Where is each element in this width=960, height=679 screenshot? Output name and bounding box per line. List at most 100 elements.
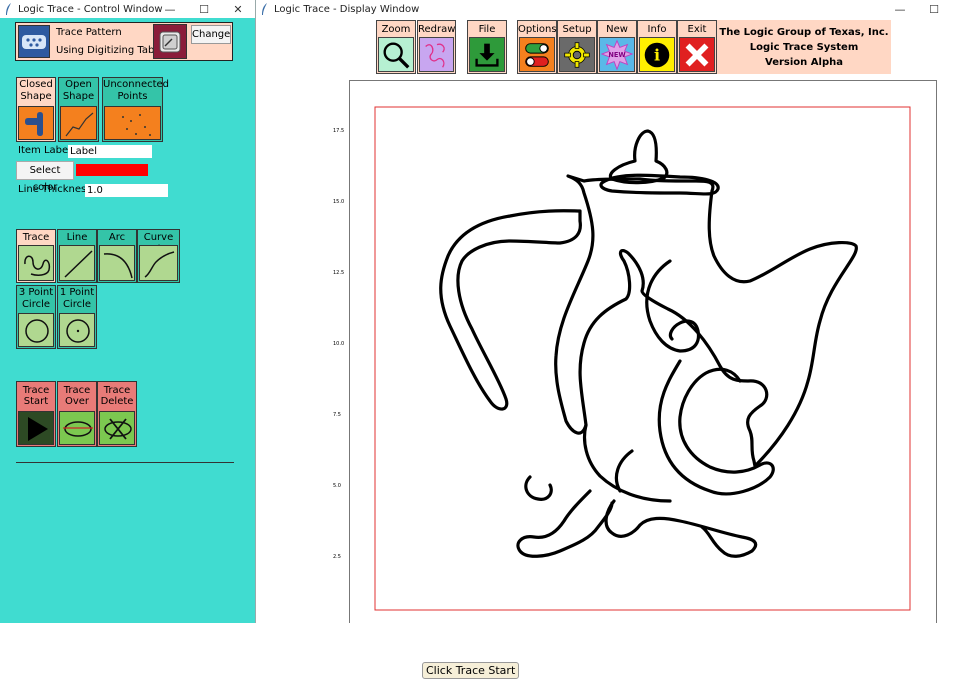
zoom-label: Zoom: [381, 24, 411, 35]
one-point-circle-button[interactable]: 1 Point Circle: [57, 285, 97, 349]
three-point-circle-button[interactable]: 3 Point Circle: [16, 285, 56, 349]
redraw-icon: [419, 37, 454, 72]
new-badge-text: NEW: [608, 50, 626, 58]
magnifier-icon: [378, 37, 414, 72]
system-name: Logic Trace System: [749, 42, 859, 53]
closed-shape-button[interactable]: Closed Shape: [16, 77, 56, 142]
trace-over-button[interactable]: Trace Over: [57, 381, 97, 447]
close-x-icon: [679, 37, 715, 72]
teapot-outline: [554, 174, 858, 468]
trace-tool-button[interactable]: Trace: [16, 229, 56, 283]
color-swatch: [76, 164, 148, 176]
play-icon: [18, 411, 54, 445]
teapot-feet: [516, 489, 614, 558]
arc-tool-button[interactable]: Arc: [97, 229, 137, 283]
maximize-button[interactable]: ☐: [187, 0, 221, 18]
open-shape-label-2: Shape: [62, 91, 95, 102]
select-color-button[interactable]: Select color: [16, 161, 74, 193]
y-tick: 12.5: [333, 270, 345, 276]
open-shape-icon: [60, 106, 97, 140]
control-window-title: Logic Trace - Control Window: [18, 3, 163, 15]
teapot-left-foot: [524, 475, 553, 501]
info-button[interactable]: Info i: [637, 20, 677, 74]
trace-start-label-2: Start: [23, 396, 49, 407]
one-point-circle-label-1: 1 Point: [59, 287, 95, 298]
display-window-title: Logic Trace - Display Window: [274, 3, 420, 15]
toggle-icon: [519, 37, 555, 72]
status-label: Click Trace Start: [422, 662, 520, 679]
unconnected-points-button[interactable]: Unconnected Points: [102, 77, 170, 142]
arc-tool-label: Arc: [108, 232, 126, 243]
y-tick: 7.5: [333, 412, 341, 418]
closed-shape-icon: [18, 106, 54, 140]
teapot-drawing: [374, 106, 911, 611]
curve-fit-tool-button[interactable]: Curve Fit: [137, 229, 180, 283]
file-button[interactable]: File: [467, 20, 507, 74]
control-window: Logic Trace - Control Window — ☐ ✕ Trace…: [0, 0, 255, 623]
teapot-lower-swirl: [582, 423, 758, 558]
one-point-circle-label-2: Circle: [62, 299, 92, 310]
unconnected-points-label-1: Unconnected: [103, 79, 170, 90]
pattern-line1: Trace Pattern: [56, 27, 122, 38]
feather-icon: [6, 3, 11, 15]
options-button[interactable]: Options: [517, 20, 557, 74]
trace-delete-button[interactable]: Trace Delete: [97, 381, 137, 447]
new-label: New: [606, 24, 628, 35]
trace-start-button[interactable]: Trace Start: [16, 381, 56, 447]
y-tick: 15.0: [333, 199, 345, 205]
version-label: Version Alpha: [765, 57, 843, 68]
info-glyph: i: [654, 45, 660, 64]
zoom-button[interactable]: Zoom: [376, 20, 416, 74]
closed-shape-label-2: Shape: [20, 91, 52, 102]
trace-over-label-1: Trace: [63, 385, 91, 396]
trace-squiggle-icon: [18, 245, 54, 281]
file-label: File: [478, 24, 496, 35]
minimize-button[interactable]: —: [153, 0, 187, 18]
exit-label: Exit: [687, 24, 707, 35]
maximize-button[interactable]: ☐: [917, 0, 951, 18]
item-label-input[interactable]: [68, 145, 152, 158]
trace-tool-label: Trace: [22, 232, 50, 243]
gear-icon: [559, 37, 595, 72]
arc-icon: [99, 245, 135, 281]
trace-delete-label-1: Trace: [103, 385, 131, 396]
scatter-points-icon: [104, 106, 161, 140]
info-icon: i: [639, 37, 675, 72]
line-thickness-input[interactable]: [85, 184, 168, 197]
control-window-titlebar: Logic Trace - Control Window — ☐ ✕: [0, 0, 255, 18]
redraw-button[interactable]: Redraw: [417, 20, 456, 74]
unconnected-points-label-2: Points: [117, 91, 148, 102]
minimize-button[interactable]: —: [883, 0, 917, 18]
display-window-titlebar: Logic Trace - Display Window — ☐: [256, 0, 960, 18]
exit-button[interactable]: Exit: [677, 20, 717, 74]
new-button[interactable]: New NEW: [597, 20, 637, 74]
three-point-circle-label-2: Circle: [21, 299, 51, 310]
close-button[interactable]: ✕: [221, 0, 255, 18]
pattern-panel: Trace Pattern Using Digitizing Tablet Ch…: [15, 22, 233, 61]
one-point-circle-icon: [59, 313, 95, 347]
redraw-label: Redraw: [418, 24, 456, 35]
trace-delete-icon: [99, 411, 135, 445]
y-tick: 10.0: [333, 341, 345, 347]
plot-canvas[interactable]: 17.5 15.0 12.5 10.0 7.5 5.0 2.5 Click Tr…: [333, 80, 937, 679]
line-tool-label: Line: [66, 232, 88, 243]
new-burst-icon: NEW: [599, 37, 635, 72]
change-button[interactable]: Change: [191, 25, 231, 44]
trace-delete-label-2: Delete: [100, 396, 134, 407]
trace-start-label-1: Trace: [22, 385, 50, 396]
control-divider: [16, 462, 234, 463]
open-shape-button[interactable]: Open Shape: [58, 77, 99, 142]
three-point-circle-label-1: 3 Point: [18, 287, 54, 298]
digitizer-icon: [153, 24, 187, 59]
y-tick: 5.0: [333, 483, 341, 489]
tablet-icon: [18, 25, 50, 58]
company-info: The Logic Group of Texas, Inc. Logic Tra…: [717, 20, 891, 74]
pattern-line2: Using Digitizing Tablet: [56, 45, 168, 56]
options-label: Options: [518, 24, 557, 35]
setup-button[interactable]: Setup: [557, 20, 597, 74]
trace-over-label-2: Over: [64, 396, 90, 407]
line-tool-button[interactable]: Line: [57, 229, 97, 283]
setup-label: Setup: [562, 24, 592, 35]
curve-fit-icon: [139, 245, 178, 281]
open-shape-label-1: Open: [65, 79, 92, 90]
